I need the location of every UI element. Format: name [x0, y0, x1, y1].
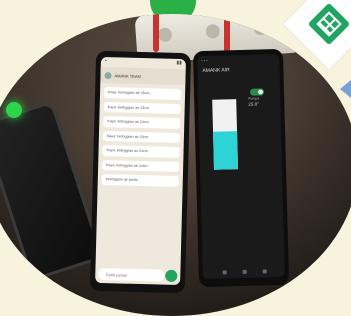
- mic-icon[interactable]: [165, 269, 178, 282]
- toggle-label: Pompa: [248, 96, 260, 101]
- red-cable: [153, 14, 159, 52]
- chevron-left-icon: [340, 80, 351, 98]
- whatsapp-screen: • ▮▮ AMANK TEAM Kaya: ketinggian air 25cm…: [95, 56, 186, 286]
- message-bubble: Kaya: ketinggian air 23cm: [102, 130, 181, 144]
- nav-back-icon[interactable]: [222, 270, 227, 275]
- avatar-icon: [104, 71, 112, 79]
- socket-icon: [157, 27, 173, 43]
- app-title: AMANK AIR: [202, 67, 230, 74]
- nav-home-icon[interactable]: [242, 269, 247, 274]
- pump-toggle[interactable]: [249, 88, 265, 96]
- chat-header: AMANK TEAM: [100, 66, 186, 86]
- nav-recent-icon[interactable]: [262, 269, 267, 274]
- chat-contact: AMANK TEAM: [114, 72, 141, 79]
- message-bubble: Kaya: ketinggian air 24cm: [103, 116, 181, 129]
- message-bubble: Ketinggian air berisi...: [101, 173, 179, 187]
- app-screen: • • • AMANK AIR Pompa 25.8°: [197, 53, 285, 280]
- water-level-fill: [213, 130, 239, 170]
- message-input[interactable]: Ketik pesan: [98, 267, 165, 282]
- temperature-readout: 25.8°: [248, 101, 259, 107]
- message-bubble: Kaya: ketinggian air 23cm: [103, 101, 181, 115]
- message-bubble: Kaya: ketinggian air 24cm: [102, 159, 180, 173]
- sheets-grid-icon: [316, 11, 342, 37]
- socket-icon: [253, 20, 269, 36]
- status-led-icon: [6, 102, 22, 118]
- phone-whatsapp-device: • ▮▮ AMANK TEAM Kaya: ketinggian air 25cm…: [89, 50, 192, 294]
- message-bubble: Kaya: ketinggian air 25cm...: [103, 87, 182, 100]
- water-tank-gauge: [212, 99, 239, 170]
- sheets-inner: [307, 2, 351, 46]
- photo-scene: • ▮▮ AMANK TEAM Kaya: ketinggian air 25cm…: [0, 14, 351, 316]
- socket-icon: [205, 23, 221, 39]
- red-cable: [224, 14, 230, 54]
- phone-app-device: • • • AMANK AIR Pompa 25.8°: [192, 48, 290, 288]
- message-bubble: Kaya: ketinggian air 23cm: [102, 145, 180, 158]
